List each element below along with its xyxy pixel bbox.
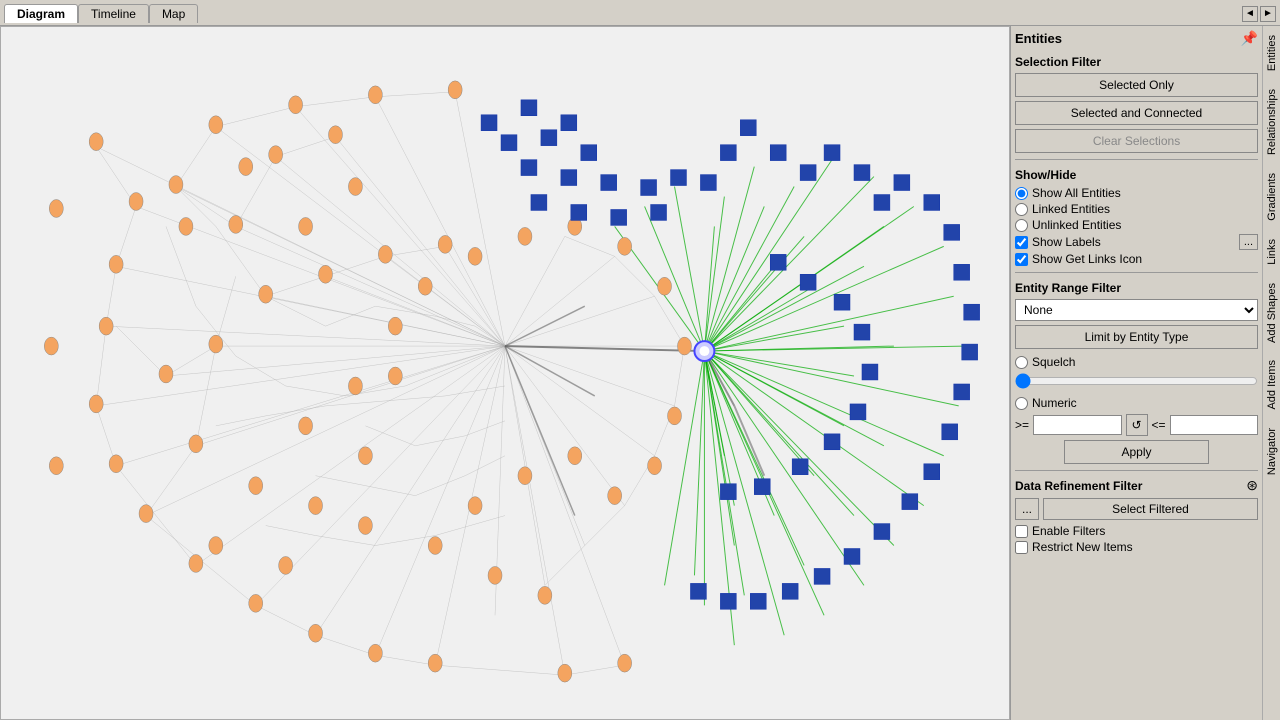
- vtab-add-shapes[interactable]: Add Shapes: [1263, 274, 1280, 352]
- numeric-input-row: >= ↺ <=: [1015, 414, 1258, 436]
- numeric-option: Numeric: [1015, 396, 1258, 410]
- data-refinement-header: Data Refinement Filter ⊛: [1015, 477, 1258, 494]
- tab-prev-arrow[interactable]: ◄: [1242, 6, 1258, 22]
- select-filtered-button[interactable]: Select Filtered: [1043, 498, 1258, 520]
- vtab-relationships[interactable]: Relationships: [1263, 80, 1280, 164]
- refresh-button[interactable]: ↺: [1126, 414, 1148, 436]
- entity-range-dropdown-row: None: [1015, 299, 1258, 321]
- tab-diagram[interactable]: Diagram: [4, 4, 78, 23]
- show-labels-checkbox[interactable]: [1015, 236, 1028, 249]
- show-labels-left: Show Labels: [1015, 235, 1101, 249]
- vtab-gradients[interactable]: Gradients: [1263, 164, 1280, 230]
- divider-3: [1015, 470, 1258, 471]
- show-labels-options-button[interactable]: ...: [1239, 234, 1258, 250]
- diagram-area[interactable]: [0, 26, 1010, 720]
- divider-1: [1015, 159, 1258, 160]
- refinement-options-button[interactable]: ...: [1015, 498, 1039, 520]
- gte-label: >=: [1015, 418, 1029, 432]
- pin-icon[interactable]: 📌: [1241, 30, 1258, 47]
- tabs-container: Diagram Timeline Map: [4, 4, 198, 23]
- show-all-entities-option: Show All Entities: [1015, 186, 1258, 200]
- lte-input[interactable]: [1170, 415, 1258, 435]
- enable-filters-label[interactable]: Enable Filters: [1032, 524, 1105, 538]
- entity-range-filter-label: Entity Range Filter: [1015, 281, 1258, 295]
- vertical-tabs: Entities Relationships Gradients Links A…: [1262, 26, 1280, 720]
- numeric-radio[interactable]: [1015, 397, 1028, 410]
- restrict-new-items-label[interactable]: Restrict New Items: [1032, 540, 1133, 554]
- lte-label: <=: [1152, 418, 1166, 432]
- tab-navigation: ◄ ►: [1242, 6, 1276, 22]
- restrict-new-items-option: Restrict New Items: [1015, 540, 1258, 554]
- entity-range-dropdown[interactable]: None: [1015, 299, 1258, 321]
- linked-entities-label[interactable]: Linked Entities: [1032, 202, 1110, 216]
- right-panel: Entities 📌 Selection Filter Selected Onl…: [1010, 26, 1280, 720]
- restrict-new-items-checkbox[interactable]: [1015, 541, 1028, 554]
- panel-main-content: Entities 📌 Selection Filter Selected Onl…: [1011, 26, 1262, 720]
- top-tab-bar: Diagram Timeline Map ◄ ►: [0, 0, 1280, 26]
- show-get-links-option: Show Get Links Icon: [1015, 252, 1258, 266]
- numeric-label[interactable]: Numeric: [1032, 396, 1077, 410]
- main-content: Entities 📌 Selection Filter Selected Onl…: [0, 26, 1280, 720]
- squelch-slider[interactable]: [1015, 373, 1258, 389]
- enable-filters-option: Enable Filters: [1015, 524, 1258, 538]
- linked-entities-option: Linked Entities: [1015, 202, 1258, 216]
- tab-map[interactable]: Map: [149, 4, 198, 23]
- squelch-slider-container: [1015, 373, 1258, 392]
- selection-filter-label: Selection Filter: [1015, 55, 1258, 69]
- data-refinement-filter-icon[interactable]: ⊛: [1246, 477, 1258, 494]
- show-labels-label[interactable]: Show Labels: [1032, 235, 1101, 249]
- diagram-svg: [1, 27, 1009, 719]
- panel-header: Entities 📌: [1015, 30, 1258, 47]
- enable-filters-checkbox[interactable]: [1015, 525, 1028, 538]
- limit-entity-type-button[interactable]: Limit by Entity Type: [1015, 325, 1258, 349]
- selected-connected-button[interactable]: Selected and Connected: [1015, 101, 1258, 125]
- vtab-add-items[interactable]: Add Items: [1263, 351, 1280, 419]
- show-hide-label: Show/Hide: [1015, 168, 1258, 182]
- tab-timeline[interactable]: Timeline: [78, 4, 149, 23]
- linked-entities-radio[interactable]: [1015, 203, 1028, 216]
- squelch-radio[interactable]: [1015, 356, 1028, 369]
- squelch-option: Squelch: [1015, 355, 1258, 369]
- show-get-links-label[interactable]: Show Get Links Icon: [1032, 252, 1142, 266]
- vtab-entities[interactable]: Entities: [1263, 26, 1280, 80]
- panel-title: Entities: [1015, 31, 1062, 46]
- show-labels-row: Show Labels ...: [1015, 234, 1258, 250]
- gte-input[interactable]: [1033, 415, 1121, 435]
- vtab-navigator[interactable]: Navigator: [1263, 419, 1280, 484]
- show-all-label[interactable]: Show All Entities: [1032, 186, 1121, 200]
- unlinked-entities-option: Unlinked Entities: [1015, 218, 1258, 232]
- apply-button[interactable]: Apply: [1064, 440, 1210, 464]
- tab-next-arrow[interactable]: ►: [1260, 6, 1276, 22]
- show-all-radio[interactable]: [1015, 187, 1028, 200]
- data-refinement-label: Data Refinement Filter: [1015, 479, 1142, 493]
- selected-only-button[interactable]: Selected Only: [1015, 73, 1258, 97]
- vtab-links[interactable]: Links: [1263, 230, 1280, 274]
- refinement-actions: ... Select Filtered: [1015, 498, 1258, 520]
- unlinked-entities-label[interactable]: Unlinked Entities: [1032, 218, 1121, 232]
- divider-2: [1015, 272, 1258, 273]
- squelch-label[interactable]: Squelch: [1032, 355, 1075, 369]
- clear-selections-button[interactable]: Clear Selections: [1015, 129, 1258, 153]
- show-get-links-checkbox[interactable]: [1015, 253, 1028, 266]
- unlinked-entities-radio[interactable]: [1015, 219, 1028, 232]
